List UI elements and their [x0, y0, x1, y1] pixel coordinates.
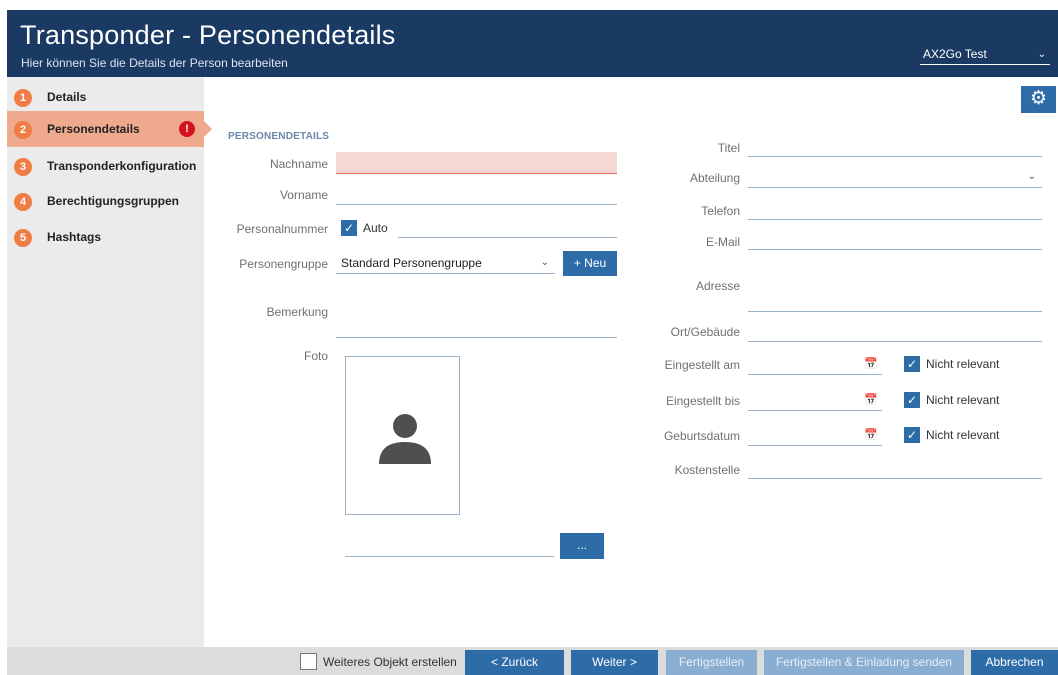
adresse-label: Adresse	[695, 279, 740, 293]
calendar-icon[interactable]: 📅	[864, 428, 878, 441]
cancel-button[interactable]: Abbrechen	[971, 650, 1058, 675]
titel-label: Titel	[717, 141, 740, 155]
step-number-badge: 3	[14, 158, 32, 176]
foto-label: Foto	[303, 349, 328, 363]
eingestellt-am-label: Eingestellt am	[664, 358, 740, 372]
vorname-label: Vorname	[279, 188, 328, 202]
wizard-sidebar: 1 Details 2 Personendetails ! 3 Transpon…	[7, 77, 212, 647]
nachname-label: Nachname	[269, 157, 328, 171]
chevron-down-icon: ⌄	[540, 257, 549, 268]
step-number-badge: 4	[14, 193, 32, 211]
personengruppe-value: Standard Personengruppe	[341, 256, 482, 270]
sidebar-item-label: Details	[47, 90, 87, 104]
section-heading: PERSONENDETAILS	[228, 131, 330, 142]
abteilung-select[interactable]: ⌄	[748, 166, 1042, 188]
weiteres-objekt-checkbox[interactable]	[300, 653, 317, 670]
gear-icon: ⚙	[1029, 88, 1048, 109]
step-number-badge: 2	[14, 121, 32, 139]
chevron-down-icon: ⌄	[1037, 49, 1046, 60]
bemerkung-label: Bemerkung	[266, 305, 328, 319]
kostenstelle-input[interactable]	[748, 457, 1042, 479]
photo-path-input[interactable]	[345, 535, 554, 557]
nicht-relevant-label: Nicht relevant	[926, 393, 1000, 407]
step-number-badge: 5	[14, 229, 32, 247]
eingestellt-bis-nicht-relevant-checkbox[interactable]: ✓	[904, 392, 920, 408]
window-header: Transponder - Personendetails Hier könne…	[7, 10, 1058, 77]
telefon-input[interactable]	[748, 198, 1042, 220]
email-input[interactable]	[748, 228, 1042, 250]
page-subtitle: Hier können Sie die Details der Person b…	[21, 56, 288, 70]
finish-invite-button[interactable]: Fertigstellen & Einladung senden	[764, 650, 964, 675]
chevron-down-icon: ⌄	[1027, 171, 1036, 182]
geburtsdatum-input[interactable]	[748, 424, 882, 446]
error-icon: !	[179, 121, 195, 137]
sidebar-item-details[interactable]: 1 Details	[7, 79, 204, 115]
finish-button[interactable]: Fertigstellen	[666, 650, 757, 675]
vorname-input[interactable]	[336, 183, 617, 205]
bemerkung-textarea[interactable]	[336, 286, 617, 338]
project-select[interactable]: AX2Go Test ⌄	[920, 45, 1050, 65]
personengruppe-label: Personengruppe	[239, 257, 328, 271]
geburtsdatum-label: Geburtsdatum	[663, 429, 740, 443]
person-placeholder-icon	[379, 414, 431, 464]
nachname-input[interactable]	[336, 152, 617, 174]
adresse-textarea[interactable]	[748, 259, 1042, 312]
personalnummer-input[interactable]	[398, 216, 617, 238]
new-group-button[interactable]: + Neu	[563, 251, 617, 276]
sidebar-item-berechtigungsgruppen[interactable]: 4 Berechtigungsgruppen	[7, 183, 204, 219]
personengruppe-select[interactable]: Standard Personengruppe ⌄	[336, 252, 555, 274]
back-button[interactable]: < Zurück	[465, 650, 564, 675]
step-number-badge: 1	[14, 89, 32, 107]
geburtsdatum-nicht-relevant-checkbox[interactable]: ✓	[904, 427, 920, 443]
auto-checkbox[interactable]: ✓	[341, 220, 357, 236]
settings-button[interactable]: ⚙	[1021, 86, 1056, 113]
sidebar-item-label: Transponderkonfiguration	[47, 159, 197, 173]
telefon-label: Telefon	[701, 204, 740, 218]
weiteres-objekt-label: Weiteres Objekt erstellen	[323, 655, 457, 669]
eingestellt-bis-input[interactable]	[748, 389, 882, 411]
sidebar-item-label: Personendetails	[47, 122, 140, 136]
next-button[interactable]: Weiter >	[571, 650, 658, 675]
calendar-icon[interactable]: 📅	[864, 393, 878, 406]
browse-photo-button[interactable]: ...	[560, 533, 604, 559]
sidebar-item-personendetails[interactable]: 2 Personendetails !	[7, 111, 212, 147]
abteilung-label: Abteilung	[689, 171, 740, 185]
eingestellt-am-input[interactable]	[748, 353, 882, 375]
project-select-value: AX2Go Test	[923, 47, 987, 61]
page-title: Transponder - Personendetails	[20, 20, 396, 50]
email-label: E-Mail	[705, 235, 740, 249]
wizard-footer: Weiteres Objekt erstellen < Zurück Weite…	[7, 647, 1058, 675]
sidebar-item-label: Hashtags	[47, 230, 102, 244]
ort-label: Ort/Gebäude	[670, 325, 740, 339]
eingestellt-bis-label: Eingestellt bis	[665, 394, 740, 408]
calendar-icon[interactable]: 📅	[864, 357, 878, 370]
eingestellt-am-nicht-relevant-checkbox[interactable]: ✓	[904, 356, 920, 372]
sidebar-item-hashtags[interactable]: 5 Hashtags	[7, 219, 204, 255]
photo-preview[interactable]	[345, 356, 460, 515]
auto-checkbox-label: Auto	[363, 221, 388, 235]
titel-input[interactable]	[748, 135, 1042, 157]
ort-input[interactable]	[748, 320, 1042, 342]
nicht-relevant-label: Nicht relevant	[926, 357, 1000, 371]
kostenstelle-label: Kostenstelle	[674, 463, 740, 477]
personalnummer-label: Personalnummer	[236, 222, 328, 236]
sidebar-item-label: Berechtigungsgruppen	[47, 194, 180, 208]
sidebar-item-transponderkonfiguration[interactable]: 3 Transponderkonfiguration	[7, 148, 204, 184]
nicht-relevant-label: Nicht relevant	[926, 428, 1000, 442]
